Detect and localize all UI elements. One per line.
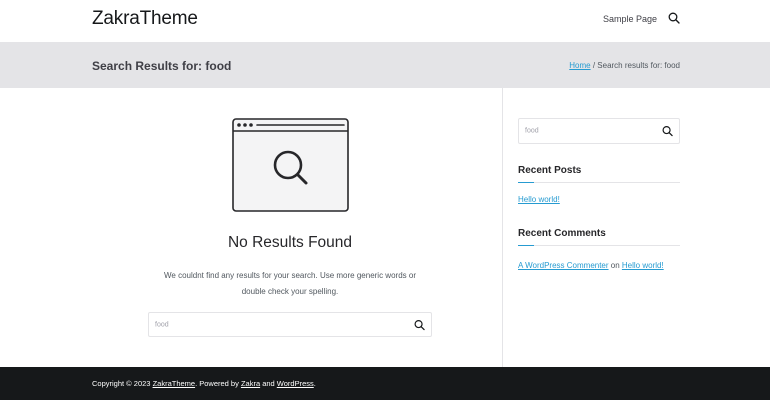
footer-and-text: and — [260, 379, 277, 388]
footer-prefix: Copyright © 2023 — [92, 379, 153, 388]
recent-comments-title: Recent Comments — [518, 228, 606, 239]
recent-comment-item: A WordPress Commenter on Hello world! — [518, 261, 664, 270]
breadcrumb: Home / Search results for: food — [569, 61, 680, 70]
browser-search-illustration-icon — [232, 118, 349, 212]
content-search-form: food — [148, 312, 432, 337]
footer-copyright: Copyright © 2023 ZakraTheme. Powered by … — [92, 379, 316, 388]
comment-post-link[interactable]: Hello world! — [622, 261, 664, 270]
no-results-heading: No Results Found — [227, 234, 353, 251]
nav-sample-page[interactable]: Sample Page — [603, 14, 657, 24]
comment-author-link[interactable]: A WordPress Commenter — [518, 261, 609, 270]
recent-posts-title: Recent Posts — [518, 165, 582, 176]
breadcrumb-home-link[interactable]: Home — [569, 61, 590, 70]
recent-posts-divider — [518, 182, 680, 183]
sidebar-search-form: food — [518, 118, 680, 144]
footer-suffix: . — [313, 379, 316, 388]
comment-on-text: on — [608, 261, 622, 270]
content-area: No Results Found We couldnt find any res… — [0, 88, 503, 367]
page-title: Search Results for: food — [92, 59, 232, 73]
site-title[interactable]: ZakraTheme — [92, 8, 198, 30]
no-results-message: We couldnt find any results for your sea… — [164, 271, 416, 296]
search-icon[interactable] — [662, 126, 673, 137]
breadcrumb-current: Search results for: food — [597, 61, 680, 70]
search-icon[interactable] — [414, 319, 425, 330]
content-search-input[interactable]: food — [155, 321, 169, 328]
recent-comments-divider — [518, 245, 680, 246]
main-area: No Results Found We couldnt find any res… — [0, 88, 770, 367]
page-header: Search Results for: food Home / Search r… — [0, 42, 770, 88]
footer-theme-link[interactable]: Zakra — [241, 379, 260, 388]
footer-powered-text: . Powered by — [195, 379, 241, 388]
recent-post-link[interactable]: Hello world! — [518, 195, 560, 204]
site-footer: Copyright © 2023 ZakraTheme. Powered by … — [0, 367, 770, 400]
sidebar-search-input[interactable]: food — [525, 128, 539, 135]
search-icon[interactable] — [668, 12, 680, 24]
footer-site-link[interactable]: ZakraTheme — [153, 379, 196, 388]
site-header: ZakraTheme Sample Page — [0, 0, 770, 42]
footer-wordpress-link[interactable]: WordPress — [277, 379, 314, 388]
